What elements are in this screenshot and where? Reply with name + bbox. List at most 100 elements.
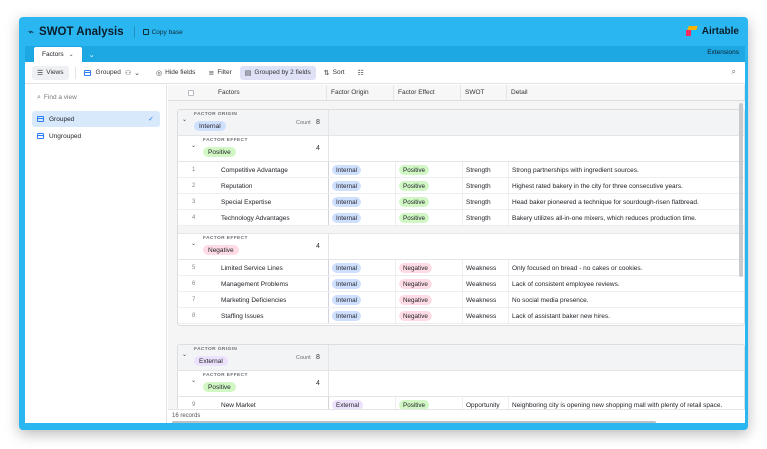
- effect-pill: Positive: [399, 197, 430, 207]
- filter-button[interactable]: ≡ Filter: [203, 66, 236, 80]
- cell-factor-origin[interactable]: Internal: [332, 276, 362, 292]
- column-divider: [395, 162, 396, 177]
- table-row[interactable]: 7 Marketing Deficiencies Internal Negative W…: [178, 292, 744, 308]
- cell-factor-effect[interactable]: Negative: [399, 308, 432, 324]
- sidebar-view-ungrouped[interactable]: Ungrouped: [32, 128, 160, 144]
- column-header-factor-effect[interactable]: Factor Effect: [394, 85, 461, 101]
- views-toggle-button[interactable]: ☰ Views: [32, 65, 69, 80]
- subgroup-header[interactable]: ⌄ FACTOR EFFECT Negative 4: [178, 234, 744, 260]
- cell-factor-effect[interactable]: Positive: [399, 162, 430, 178]
- row-number: 8: [192, 313, 196, 319]
- cell-factor[interactable]: Special Expertise: [221, 194, 271, 210]
- chevron-down-icon[interactable]: ⌄: [191, 377, 196, 384]
- horizontal-scrollbar[interactable]: [172, 421, 656, 423]
- subgroup-value-pill: Positive: [203, 147, 236, 157]
- row-height-button[interactable]: ☷: [353, 66, 372, 80]
- cell-swot[interactable]: Weakness: [466, 292, 496, 308]
- cell-factor[interactable]: Management Problems: [221, 276, 288, 292]
- group-button[interactable]: ▤ Grouped by 2 fields: [239, 65, 316, 80]
- cell-factor-origin[interactable]: Internal: [332, 194, 362, 210]
- hide-fields-button[interactable]: ◎ Hide fields: [151, 66, 200, 80]
- cell-factor[interactable]: Limited Service Lines: [221, 260, 283, 276]
- group-value-pill: Internal: [194, 121, 226, 131]
- hide-fields-label: Hide fields: [165, 69, 196, 76]
- cell-factor-effect[interactable]: Negative: [399, 292, 432, 308]
- table-row[interactable]: 1 Competitive Advantage Internal Positive St…: [178, 162, 744, 178]
- cell-detail[interactable]: Strong partnerships with ingredient sour…: [512, 162, 744, 178]
- cell-factor[interactable]: Reputation: [221, 178, 252, 194]
- cell-factor-effect[interactable]: Negative: [399, 276, 432, 292]
- chevron-down-icon[interactable]: ⌄: [182, 116, 187, 123]
- chevron-down-icon[interactable]: ⌄: [182, 351, 187, 358]
- chevron-down-icon[interactable]: ⌄: [191, 142, 196, 149]
- cell-swot[interactable]: Strength: [466, 162, 491, 178]
- sort-button[interactable]: ⇅ Sort: [319, 66, 350, 80]
- origin-pill: Internal: [332, 311, 362, 321]
- cell-factor-effect[interactable]: Positive: [399, 178, 430, 194]
- cell-detail[interactable]: Lack of assistant baker new hires.: [512, 308, 744, 324]
- cell-swot[interactable]: Strength: [466, 194, 491, 210]
- table-row[interactable]: 5 Limited Service Lines Internal Negative We…: [178, 260, 744, 276]
- cell-detail[interactable]: Head baker pioneered a technique for sou…: [512, 194, 744, 210]
- sort-icon: ⇅: [323, 68, 330, 77]
- column-header-factors[interactable]: Factors: [168, 85, 327, 101]
- column-header-detail[interactable]: Detail: [507, 85, 745, 101]
- sort-label: Sort: [332, 69, 345, 76]
- cell-factor-effect[interactable]: Positive: [399, 210, 430, 226]
- cell-factor-origin[interactable]: Internal: [332, 292, 362, 308]
- search-icon[interactable]: ⌕: [732, 67, 736, 77]
- cell-factor[interactable]: Marketing Deficiencies: [221, 292, 286, 308]
- base-title[interactable]: SWOT Analysis: [39, 26, 124, 38]
- table-row[interactable]: 3 Special Expertise Internal Positive Streng…: [178, 194, 744, 210]
- view-switcher-button[interactable]: Grouped ⚇ ⌄: [79, 66, 148, 80]
- cell-swot[interactable]: Weakness: [466, 276, 496, 292]
- cell-factor[interactable]: Competitive Advantage: [221, 162, 288, 178]
- column-header-label: Factors: [218, 89, 240, 96]
- cell-detail[interactable]: Lack of consistent employee reviews.: [512, 276, 744, 292]
- cell-swot[interactable]: Strength: [466, 178, 491, 194]
- column-divider: [395, 276, 396, 291]
- copy-base-button[interactable]: Copy base: [142, 29, 183, 36]
- cell-detail[interactable]: Highest rated bakery in the city for thr…: [512, 178, 744, 194]
- cell-factor[interactable]: Staffing Issues: [221, 308, 264, 324]
- column-header-factor-origin[interactable]: Factor Origin: [327, 85, 394, 101]
- subgroup-value-pill: Positive: [203, 382, 236, 392]
- cell-factor-origin[interactable]: Internal: [332, 178, 362, 194]
- chevron-down-icon[interactable]: ⌄: [191, 240, 196, 247]
- cell-swot[interactable]: Weakness: [466, 260, 496, 276]
- cell-detail[interactable]: Only focused on bread - no cakes or cook…: [512, 260, 744, 276]
- select-all-checkbox[interactable]: [188, 89, 194, 96]
- tab-factors[interactable]: Factors ⌄: [34, 47, 82, 62]
- table-row[interactable]: 6 Management Problems Internal Negative Weak…: [178, 276, 744, 292]
- cell-factor[interactable]: Technology Advantages: [221, 210, 290, 226]
- subgroup-header[interactable]: ⌄ FACTOR EFFECT Positive 4: [178, 371, 744, 397]
- find-view-input[interactable]: ⌕ Find a view: [37, 93, 166, 102]
- group-header[interactable]: ⌄ FACTOR ORIGIN Internal Count 8: [178, 110, 744, 136]
- grid-footer: 16 records: [168, 409, 745, 423]
- cell-factor-effect[interactable]: Positive: [399, 194, 430, 210]
- cell-factor-origin[interactable]: Internal: [332, 260, 362, 276]
- cell-factor-origin[interactable]: Internal: [332, 210, 362, 226]
- group-value-pill: External: [194, 356, 228, 366]
- cell-detail[interactable]: Bakery utilizes all-in-one mixers, which…: [512, 210, 744, 226]
- row-number: 5: [192, 265, 196, 271]
- vertical-scrollbar[interactable]: [739, 103, 743, 277]
- more-tables-button[interactable]: ⌄: [89, 47, 95, 62]
- table-row[interactable]: 2 Reputation Internal Positive Strength Highe…: [178, 178, 744, 194]
- cell-factor-origin[interactable]: Internal: [332, 162, 362, 178]
- table-row[interactable]: 4 Technology Advantages Internal Positive St…: [178, 210, 744, 226]
- table-row[interactable]: 8 Staffing Issues Internal Negative Weakness…: [178, 308, 744, 324]
- extensions-button[interactable]: Extensions: [707, 49, 739, 56]
- frozen-column-divider: [328, 371, 329, 396]
- sidebar-view-grouped[interactable]: Grouped ✓: [32, 111, 160, 127]
- chevron-down-icon[interactable]: ⌄: [69, 51, 74, 58]
- group-header[interactable]: ⌄ FACTOR ORIGIN External Count 8: [178, 345, 744, 371]
- cell-factor-origin[interactable]: Internal: [332, 308, 362, 324]
- cell-swot[interactable]: Strength: [466, 210, 491, 226]
- search-icon: ⌕: [37, 93, 41, 101]
- cell-factor-effect[interactable]: Negative: [399, 260, 432, 276]
- cell-detail[interactable]: No social media presence.: [512, 292, 744, 308]
- subgroup-header[interactable]: ⌄ FACTOR EFFECT Positive 4: [178, 136, 744, 162]
- cell-swot[interactable]: Weakness: [466, 308, 496, 324]
- column-header-swot[interactable]: SWOT: [461, 85, 507, 101]
